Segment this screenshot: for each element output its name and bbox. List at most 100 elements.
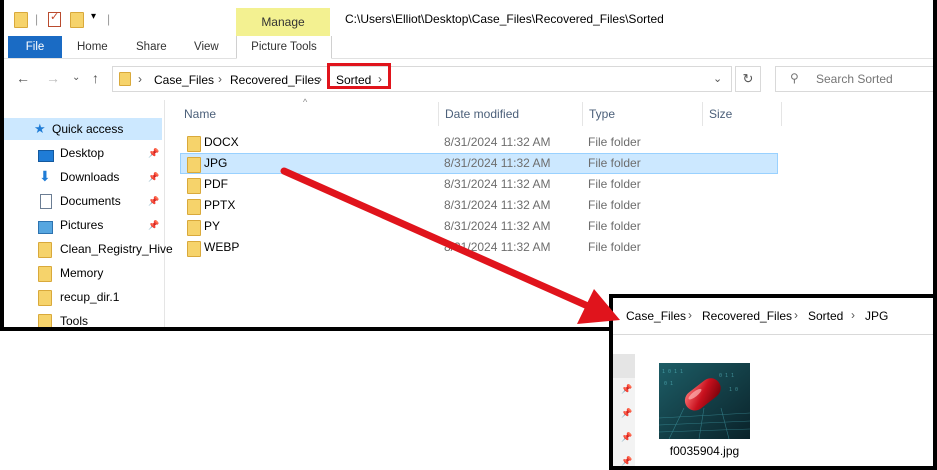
file-name: JPG xyxy=(204,156,228,170)
address-box[interactable]: › Case_Files › Recovered_Files › Sorted … xyxy=(112,66,732,92)
pin-icon: 📌 xyxy=(621,456,633,466)
column-divider[interactable] xyxy=(582,102,583,126)
breadcrumb-case-files[interactable]: Case_Files xyxy=(154,73,214,87)
search-icon: ⚲ xyxy=(790,71,799,85)
file-name: PY xyxy=(204,219,221,233)
image-thumbnail[interactable]: 1 0 1 1 0 1 1 0 1 1 0 xyxy=(659,363,750,439)
separator: | xyxy=(35,12,39,26)
nav-item-label: Pictures xyxy=(60,218,104,232)
folder-icon xyxy=(119,72,131,89)
pill-image-icon: 1 0 1 1 0 1 1 0 1 1 0 xyxy=(659,363,750,439)
column-header-type[interactable]: Type xyxy=(589,100,615,128)
file-date: 8/31/2024 11:32 AM xyxy=(444,177,551,191)
file-date: 8/31/2024 11:32 AM xyxy=(444,219,551,233)
file-type: File folder xyxy=(588,198,641,212)
file-type: File folder xyxy=(588,156,641,170)
manage-tab[interactable]: Manage xyxy=(236,8,330,36)
file-type: File folder xyxy=(588,177,641,191)
breadcrumb-case-files[interactable]: Case_Files xyxy=(626,309,686,323)
nav-item-recup-dir[interactable]: recup_dir.1 xyxy=(4,286,162,308)
file-name: DOCX xyxy=(204,135,239,149)
nav-item-downloads[interactable]: ⬇ Downloads 📌 xyxy=(4,166,162,188)
pin-icon: 📌 xyxy=(148,172,160,182)
nav-item-label: Clean_Registry_Hive xyxy=(60,242,173,256)
nav-item-clean-registry-hive[interactable]: Clean_Registry_Hive xyxy=(4,238,173,260)
pin-icon: 📌 xyxy=(148,220,160,230)
recent-dropdown-icon[interactable]: ⌄ xyxy=(72,72,80,83)
file-row[interactable]: PY 8/31/2024 11:32 AM File folder xyxy=(180,216,778,237)
svg-text:0 1: 0 1 xyxy=(664,381,673,387)
file-name: WEBP xyxy=(204,240,240,254)
properties-icon[interactable] xyxy=(48,10,61,30)
column-header-date-modified[interactable]: Date modified xyxy=(445,100,519,128)
address-dropdown-icon[interactable]: ⌄ xyxy=(713,72,722,85)
documents-icon xyxy=(40,194,52,216)
download-icon: ⬇ xyxy=(39,168,51,184)
pin-icon: 📌 xyxy=(621,408,633,418)
sorted-highlight-box xyxy=(327,63,391,89)
nav-item-selected[interactable] xyxy=(613,354,635,378)
chevron-right-icon[interactable]: › xyxy=(138,72,142,86)
file-row[interactable]: PPTX 8/31/2024 11:32 AM File folder xyxy=(180,195,778,216)
nav-item-quick-access[interactable]: ★ Quick access xyxy=(4,118,162,140)
search-input[interactable] xyxy=(814,71,933,87)
image-file-name: f0035904.jpg xyxy=(669,444,740,458)
search-box[interactable]: ⚲ xyxy=(775,66,933,92)
pin-icon: 📌 xyxy=(621,384,633,394)
nav-item-desktop[interactable]: Desktop 📌 xyxy=(4,142,162,164)
file-row[interactable]: WEBP 8/31/2024 11:32 AM File folder xyxy=(180,237,778,258)
tab-picture-tools[interactable]: Picture Tools xyxy=(236,36,332,59)
nav-item-label: Downloads xyxy=(60,170,120,184)
column-header-name[interactable]: Name xyxy=(184,100,216,128)
up-arrow-icon[interactable]: ↑ xyxy=(92,70,99,86)
nav-item-label: Memory xyxy=(60,266,104,280)
column-divider[interactable] xyxy=(702,102,703,126)
back-arrow-icon[interactable]: ← xyxy=(16,70,30,86)
file-date: 8/31/2024 11:32 AM xyxy=(444,198,551,212)
explorer-window: | ▾ | Manage C:\Users\Elliot\Desktop\Cas… xyxy=(0,0,937,331)
refresh-button[interactable]: ↻ xyxy=(735,66,761,92)
inset-navigation-pane: 📌 📌 📌 📌 xyxy=(613,354,635,466)
new-folder-icon[interactable] xyxy=(70,12,84,31)
file-name: PPTX xyxy=(204,198,236,212)
file-row[interactable]: PDF 8/31/2024 11:32 AM File folder xyxy=(180,174,778,195)
column-divider[interactable] xyxy=(781,102,782,126)
jpg-folder-inset: Case_Files › Recovered_Files › Sorted › … xyxy=(609,294,937,470)
separator: | xyxy=(107,12,111,26)
nav-item-tools[interactable]: Tools xyxy=(4,310,162,327)
nav-item-pictures[interactable]: Pictures 📌 xyxy=(4,214,162,236)
inset-breadcrumb: Case_Files › Recovered_Files › Sorted › … xyxy=(613,298,933,335)
window-title: C:\Users\Elliot\Desktop\Case_Files\Recov… xyxy=(345,12,664,26)
star-icon: ★ xyxy=(34,121,46,136)
navigation-pane: ★ Quick access Desktop 📌 ⬇ Downloads 📌 D… xyxy=(4,100,173,327)
nav-item-memory[interactable]: Memory xyxy=(4,262,162,284)
chevron-right-icon: › xyxy=(851,308,855,322)
chevron-right-icon[interactable]: › xyxy=(218,72,222,86)
column-divider[interactable] xyxy=(438,102,439,126)
file-date: 8/31/2024 11:32 AM xyxy=(444,156,551,170)
tab-share[interactable]: Share xyxy=(136,36,167,58)
tab-home[interactable]: Home xyxy=(77,36,108,58)
nav-item-label: Desktop xyxy=(60,146,105,160)
column-header-size[interactable]: Size xyxy=(709,100,732,128)
pin-icon: 📌 xyxy=(148,196,160,206)
breadcrumb-sorted[interactable]: Sorted xyxy=(808,309,843,323)
file-date: 8/31/2024 11:32 AM xyxy=(444,135,551,149)
title-bar: | ▾ | Manage C:\Users\Elliot\Desktop\Cas… xyxy=(4,0,933,36)
file-type: File folder xyxy=(588,219,641,233)
folder-icon xyxy=(38,314,52,327)
tab-file[interactable]: File xyxy=(8,36,62,58)
nav-item-documents[interactable]: Documents 📌 xyxy=(4,190,162,212)
folder-icon xyxy=(187,241,201,264)
file-row[interactable]: DOCX 8/31/2024 11:32 AM File folder xyxy=(180,132,778,153)
customize-dropdown-icon[interactable]: ▾ xyxy=(91,11,96,22)
pin-icon: 📌 xyxy=(621,432,633,442)
tab-view[interactable]: View xyxy=(194,36,219,58)
file-row-selected[interactable]: JPG 8/31/2024 11:32 AM File folder xyxy=(180,153,778,174)
folder-icon[interactable] xyxy=(14,12,28,31)
breadcrumb-recovered-files[interactable]: Recovered_Files xyxy=(702,309,792,323)
breadcrumb-recovered-files[interactable]: Recovered_Files xyxy=(230,73,320,87)
chevron-right-icon[interactable]: › xyxy=(318,72,322,86)
breadcrumb-jpg[interactable]: JPG xyxy=(865,309,888,323)
forward-arrow-icon[interactable]: → xyxy=(46,70,60,86)
